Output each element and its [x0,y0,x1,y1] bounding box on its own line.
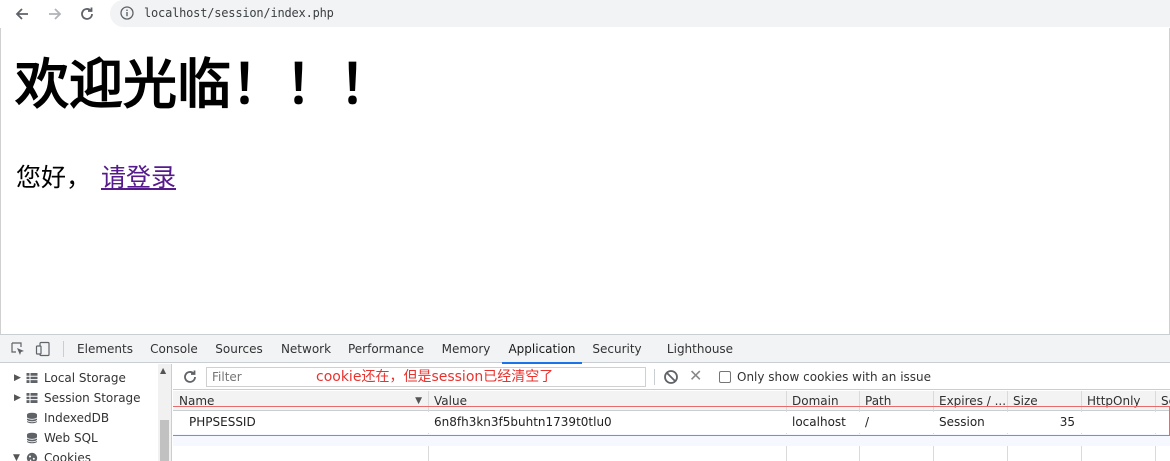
only-issues-label: Only show cookies with an issue [737,370,932,384]
address-bar[interactable]: localhost/session/index.php [110,0,1170,27]
greeting-text: 您好， [16,163,92,192]
sidebar-scrollbar[interactable]: ▲ [158,364,171,461]
sidebar-item-label: Cookies [44,451,91,461]
clear-all-cookies-icon[interactable] [663,369,679,385]
greeting-line: 您好， 请登录 [16,162,176,194]
devtools-tab-bar: Elements Console Sources Network Perform… [0,335,1170,364]
only-issues-checkbox[interactable] [719,371,731,383]
annotation-highlight-box [173,406,1170,436]
refresh-icon[interactable] [182,369,198,385]
sidebar-item-label: Web SQL [44,431,98,445]
grid-icon [26,393,38,403]
cookie-icon [26,452,38,461]
grid-icon [26,373,38,383]
sidebar-item-local-storage[interactable]: ▶ Local Storage [0,368,158,388]
page-heading: 欢迎光临！！！ [15,53,393,116]
sidebar-item-label: Local Storage [44,371,126,385]
tab-console[interactable]: Console [146,335,202,363]
info-icon[interactable] [120,6,134,20]
annotation-note: cookie还在，但是session已经清空了 [316,369,554,385]
back-arrow-icon [15,8,28,20]
scrollbar-thumb[interactable] [160,420,169,461]
scroll-up-icon[interactable]: ▲ [160,366,166,375]
tab-elements[interactable]: Elements [76,335,134,363]
tab-security[interactable]: Security [590,335,644,363]
database-icon [26,412,38,424]
expand-arrow-icon[interactable]: ▶ [14,368,21,388]
login-link[interactable]: 请登录 [101,163,176,192]
sidebar-item-label: Session Storage [44,391,141,405]
devtools-panel: Elements Console Sources Network Perform… [0,334,1170,461]
device-toolbar-icon[interactable] [35,341,51,357]
forward-arrow-icon [49,8,62,20]
tab-performance[interactable]: Performance [346,335,426,363]
sidebar-item-session-storage[interactable]: ▶ Session Storage [0,388,158,408]
url-text[interactable]: localhost/session/index.php [144,6,334,20]
back-button[interactable] [11,3,33,25]
forward-button[interactable] [44,3,66,25]
collapse-arrow-icon[interactable]: ▼ [13,448,20,461]
tab-bar-divider [63,341,64,357]
sidebar-item-web-sql[interactable]: Web SQL [0,428,158,448]
toolbar-divider [654,369,655,385]
tab-network[interactable]: Network [278,335,334,363]
tab-lighthouse[interactable]: Lighthouse [664,335,736,363]
sidebar-item-indexeddb[interactable]: IndexedDB [0,408,158,428]
sidebar-item-label: IndexedDB [44,411,110,425]
tab-application[interactable]: Application [502,335,582,364]
sidebar-item-cookies[interactable]: ▼ Cookies [0,448,158,461]
reload-button[interactable] [76,3,98,25]
application-sidebar: ▶ Local Storage ▶ Session Storage Indexe… [0,364,172,461]
tab-memory[interactable]: Memory [438,335,494,363]
cookies-table: Name ▼ Value Domain Path Expires / ... S… [173,391,1170,461]
reload-icon [81,7,93,20]
page-viewport: 欢迎光临！！！ 您好， 请登录 [0,28,1170,334]
inspect-element-icon[interactable] [10,341,26,357]
expand-arrow-icon[interactable]: ▶ [14,388,21,408]
tab-sources[interactable]: Sources [212,335,266,363]
browser-toolbar: localhost/session/index.php [0,0,1170,28]
cookies-toolbar: cookie还在，但是session已经清空了 ✕ Only show cook… [173,364,1170,390]
delete-selected-icon[interactable]: ✕ [689,368,702,384]
database-icon [26,432,38,444]
